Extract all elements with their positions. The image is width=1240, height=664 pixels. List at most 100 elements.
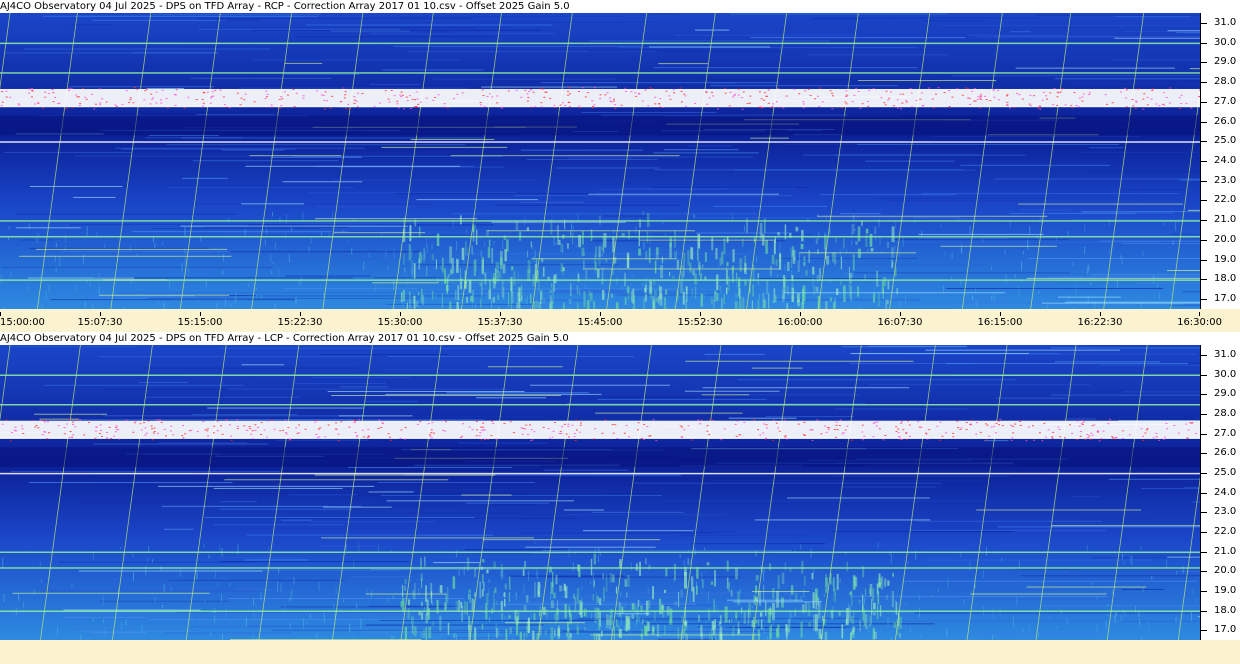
low-band-haze bbox=[1091, 582, 1093, 585]
noise-streak bbox=[283, 288, 418, 290]
low-band-haze bbox=[581, 598, 583, 605]
low-band-haze bbox=[1088, 266, 1090, 271]
noise-streak bbox=[365, 400, 418, 402]
burst-emission bbox=[585, 270, 588, 280]
band-speckle-dot bbox=[731, 96, 734, 98]
band-speckle-dot bbox=[540, 106, 543, 108]
band-speckle-dot bbox=[614, 104, 617, 106]
low-band-haze bbox=[692, 213, 694, 218]
burst-emission bbox=[645, 251, 647, 259]
low-band-haze bbox=[1196, 598, 1198, 603]
low-band-haze bbox=[555, 242, 557, 246]
interference-segment bbox=[29, 185, 123, 187]
band-speckle-dot bbox=[767, 102, 770, 104]
frequency-tick bbox=[1201, 590, 1207, 592]
band-speckle-dot bbox=[900, 422, 903, 424]
noise-streak bbox=[332, 179, 536, 181]
noise-streak bbox=[274, 517, 578, 519]
band-speckle-dot bbox=[577, 90, 580, 92]
burst-emission bbox=[533, 300, 536, 309]
noise-streak bbox=[1183, 303, 1200, 305]
low-band-haze bbox=[624, 624, 626, 631]
noise-streak bbox=[840, 213, 881, 215]
interference-segment bbox=[702, 387, 910, 389]
burst-emission bbox=[674, 230, 676, 248]
low-band-haze bbox=[864, 598, 866, 604]
noise-streak bbox=[167, 187, 354, 189]
burst-emission bbox=[854, 576, 858, 587]
noise-streak bbox=[921, 193, 1180, 195]
band-speckle-dot bbox=[22, 432, 25, 434]
band-speckle-dot bbox=[384, 90, 387, 92]
band-speckle-dot bbox=[5, 96, 8, 98]
low-band-haze bbox=[969, 561, 971, 571]
band-speckle-dot bbox=[155, 419, 158, 421]
low-band-haze bbox=[786, 624, 788, 631]
band-speckle-dot bbox=[782, 107, 785, 109]
noise-streak bbox=[328, 396, 603, 398]
band-speckle-dot bbox=[733, 93, 736, 95]
band-speckle-dot bbox=[212, 432, 215, 434]
band-speckle-dot bbox=[591, 100, 594, 102]
burst-emission bbox=[497, 294, 499, 300]
band-speckle-dot bbox=[811, 429, 814, 431]
low-band-haze bbox=[572, 562, 574, 572]
noise-streak bbox=[1122, 391, 1200, 393]
burst-emission bbox=[408, 599, 411, 606]
burst-emission bbox=[899, 616, 903, 629]
band-speckle-dot bbox=[842, 432, 845, 434]
low-band-haze bbox=[472, 304, 474, 309]
band-speckle-dot bbox=[1100, 438, 1103, 440]
low-band-haze bbox=[75, 284, 77, 292]
band-speckle-dot bbox=[202, 102, 205, 104]
low-band-haze bbox=[758, 293, 760, 300]
band-speckle-dot bbox=[175, 89, 178, 91]
low-band-haze bbox=[812, 276, 814, 287]
interference-segment bbox=[36, 248, 228, 250]
time-tick-label: 15:45:00 bbox=[577, 317, 623, 328]
burst-emission bbox=[690, 247, 692, 260]
burst-emission bbox=[595, 261, 597, 271]
burst-emission bbox=[857, 248, 861, 259]
band-speckle-dot bbox=[541, 88, 544, 90]
band-speckle-dot bbox=[659, 98, 662, 100]
band-speckle-dot bbox=[841, 107, 844, 109]
band-speckle-dot bbox=[1006, 94, 1009, 96]
burst-emission bbox=[742, 297, 745, 309]
noise-streak bbox=[86, 109, 248, 111]
band-speckle-dot bbox=[568, 106, 571, 108]
noise-streak bbox=[494, 204, 680, 206]
band-speckle-dot bbox=[564, 104, 567, 106]
band-speckle-dot bbox=[161, 89, 164, 91]
band-speckle-dot bbox=[524, 89, 527, 91]
noise-streak bbox=[285, 257, 383, 259]
interference-segment bbox=[733, 601, 822, 603]
band-speckle-dot bbox=[353, 102, 356, 104]
burst-emission bbox=[417, 291, 420, 296]
band-speckle-dot bbox=[1134, 100, 1137, 102]
band-speckle-dot bbox=[373, 106, 376, 108]
band-speckle-dot bbox=[1080, 423, 1083, 425]
low-band-haze bbox=[1142, 587, 1144, 592]
burst-emission bbox=[501, 613, 504, 621]
band-speckle-dot bbox=[479, 104, 482, 106]
low-band-haze bbox=[963, 599, 965, 605]
time-tick-label: 16:15:00 bbox=[977, 317, 1023, 328]
low-band-haze bbox=[1124, 613, 1126, 617]
low-band-haze bbox=[991, 267, 993, 270]
band-speckle-dot bbox=[39, 419, 42, 421]
low-band-haze bbox=[210, 632, 212, 637]
band-speckle-dot bbox=[797, 423, 800, 425]
burst-emission bbox=[674, 601, 677, 606]
band-speckle-dot bbox=[389, 439, 392, 441]
band-speckle-dot bbox=[1047, 429, 1050, 431]
lcp-panel-title: AJ4CO Observatory 04 Jul 2025 - DPS on T… bbox=[0, 332, 1240, 345]
interference-segment bbox=[940, 245, 1057, 247]
burst-emission bbox=[660, 604, 664, 614]
band-speckle-dot bbox=[99, 424, 102, 426]
burst-emission bbox=[421, 612, 424, 620]
burst-emission bbox=[813, 614, 816, 631]
low-band-haze bbox=[291, 227, 293, 231]
noise-streak bbox=[598, 188, 726, 190]
frequency-tick bbox=[1201, 531, 1207, 533]
